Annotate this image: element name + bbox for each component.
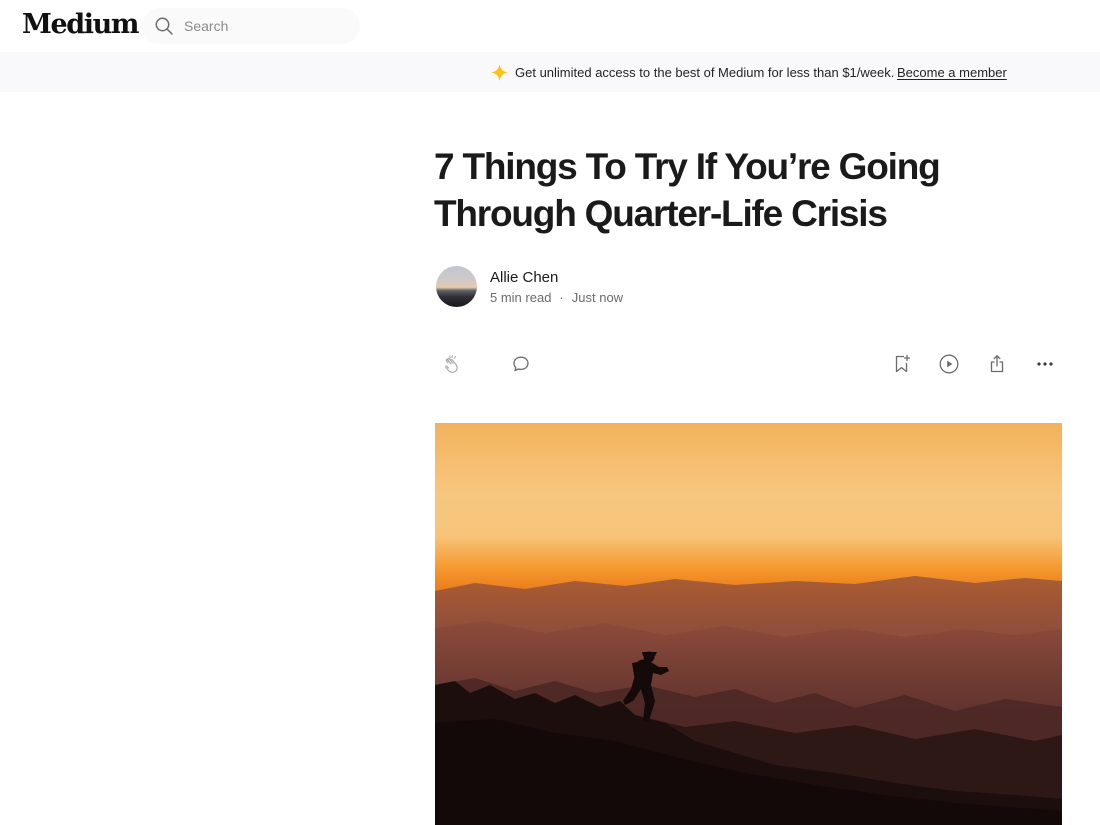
- become-member-link[interactable]: Become a member: [897, 65, 1007, 80]
- author-name[interactable]: Allie Chen: [490, 268, 623, 288]
- membership-banner: Get unlimited access to the best of Medi…: [0, 52, 1100, 92]
- sparkle-star-icon: [491, 64, 508, 81]
- article-action-bar: [434, 346, 1062, 382]
- published-time: Just now: [571, 290, 624, 305]
- author-avatar[interactable]: [436, 266, 477, 307]
- banner-text: Get unlimited access to the best of Medi…: [515, 65, 895, 80]
- search-icon[interactable]: [154, 16, 174, 36]
- meta-separator: ·: [559, 290, 564, 305]
- medium-logo[interactable]: Medium: [22, 9, 139, 40]
- author-byline: Allie Chen 5 min read · Just now: [436, 266, 623, 307]
- read-time: 5 min read: [490, 290, 552, 305]
- article-hero-image: [435, 423, 1062, 825]
- share-icon[interactable]: [985, 352, 1009, 376]
- bookmark-add-icon[interactable]: [890, 352, 914, 376]
- clap-icon[interactable]: [441, 352, 465, 376]
- author-meta: Allie Chen 5 min read · Just now: [490, 268, 623, 305]
- sunset-hiker-image: [435, 423, 1062, 825]
- comment-icon[interactable]: [509, 352, 533, 376]
- search-input[interactable]: [184, 18, 344, 34]
- article-meta: 5 min read · Just now: [490, 290, 623, 305]
- search-box[interactable]: [142, 8, 360, 44]
- top-navigation-bar: Medium: [0, 0, 1100, 52]
- play-circle-icon[interactable]: [937, 352, 961, 376]
- article-title: 7 Things To Try If You’re Going Through …: [434, 146, 941, 234]
- more-horizontal-icon[interactable]: [1033, 352, 1057, 376]
